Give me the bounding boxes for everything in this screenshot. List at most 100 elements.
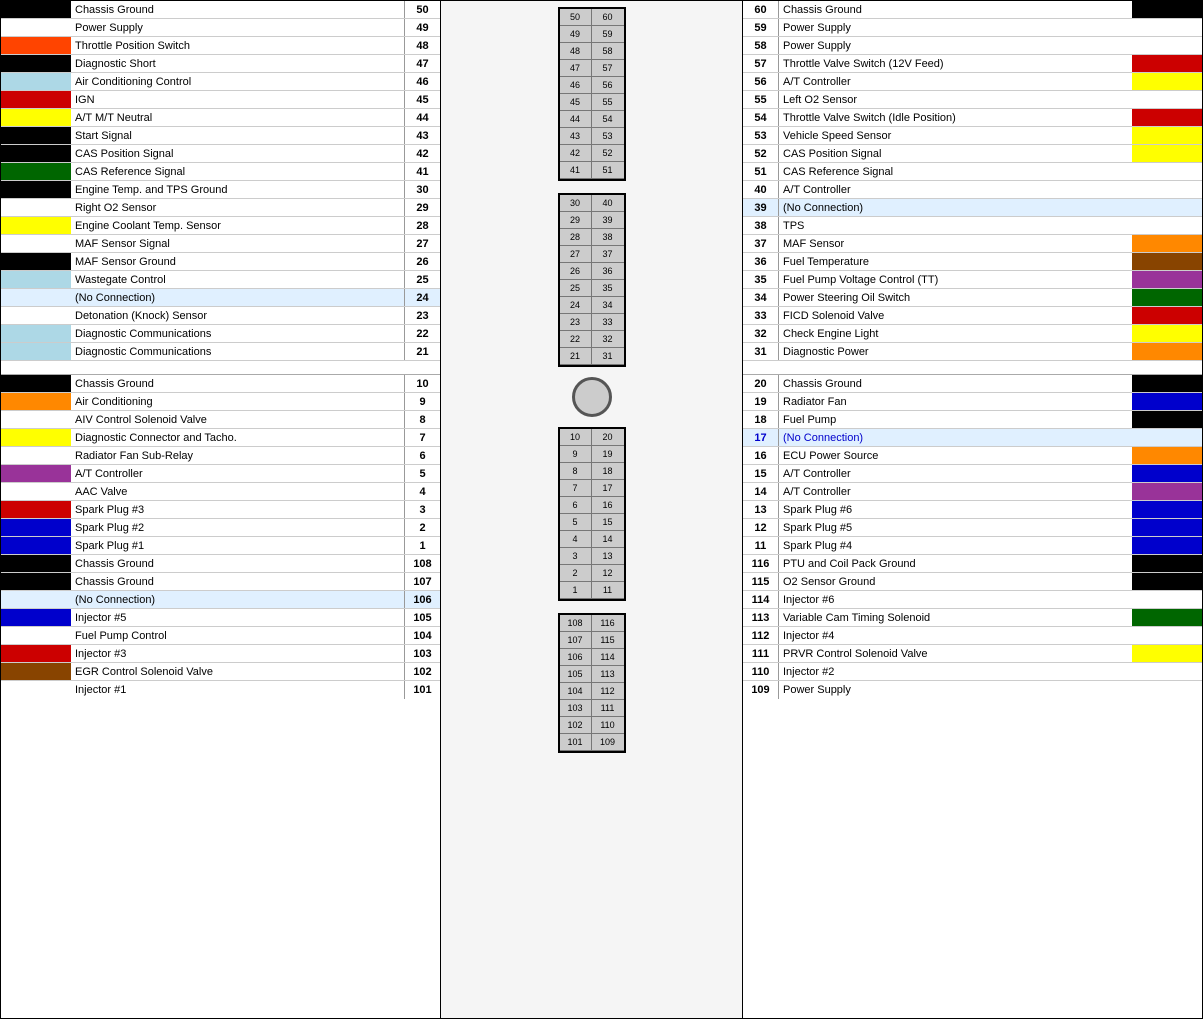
table-row: 40A/T Controller xyxy=(743,181,1202,199)
pin-cell: 12 xyxy=(592,565,624,581)
wire-color-swatch xyxy=(1,1,71,18)
pin-label: (No Connection) xyxy=(71,292,404,304)
pin-label: A/T Controller xyxy=(779,76,1132,88)
pin-pair: 107115 xyxy=(560,632,624,649)
table-row: 36Fuel Temperature xyxy=(743,253,1202,271)
wire-color-swatch xyxy=(1,289,71,306)
pin-cell: 52 xyxy=(592,145,624,161)
pin-cell: 58 xyxy=(592,43,624,59)
pin-label: (No Connection) xyxy=(71,594,404,606)
table-row: Spark Plug #11 xyxy=(1,537,440,555)
table-row: 110Injector #2 xyxy=(743,663,1202,681)
pin-label: Injector #5 xyxy=(71,612,404,624)
pin-cell: 114 xyxy=(592,649,624,665)
table-row: MAF Sensor Signal27 xyxy=(1,235,440,253)
pin-number: 7 xyxy=(404,429,440,446)
table-row: Engine Coolant Temp. Sensor28 xyxy=(1,217,440,235)
table-row: 38TPS xyxy=(743,217,1202,235)
pin-cell: 33 xyxy=(592,314,624,330)
table-row: 114Injector #6 xyxy=(743,591,1202,609)
wire-color-swatch xyxy=(1,91,71,108)
pin-number: 50 xyxy=(404,1,440,18)
pin-cell: 111 xyxy=(592,700,624,716)
wire-color-swatch xyxy=(1,271,71,288)
pin-cell: 24 xyxy=(560,297,592,313)
pin-number: 34 xyxy=(743,289,779,306)
wire-color-swatch xyxy=(1132,573,1202,590)
pin-cell: 27 xyxy=(560,246,592,262)
table-row: 59Power Supply xyxy=(743,19,1202,37)
pin-cell: 51 xyxy=(592,162,624,178)
pin-label: Injector #4 xyxy=(779,630,1132,642)
pin-pair: 2838 xyxy=(560,229,624,246)
pin-cell: 11 xyxy=(592,582,624,598)
table-row: Chassis Ground50 xyxy=(1,1,440,19)
connector-section: 3040293928382737263625352434233322322131 xyxy=(558,193,626,367)
table-row: 34Power Steering Oil Switch xyxy=(743,289,1202,307)
pin-cell: 31 xyxy=(592,348,624,364)
pin-number: 39 xyxy=(743,199,779,216)
pin-label: Throttle Valve Switch (Idle Position) xyxy=(779,112,1132,124)
table-row: Injector #3103 xyxy=(1,645,440,663)
pin-label: Vehicle Speed Sensor xyxy=(779,130,1132,142)
table-row: Spark Plug #33 xyxy=(1,501,440,519)
wire-color-swatch xyxy=(1132,555,1202,572)
pin-pair: 4151 xyxy=(560,162,624,179)
pin-number: 49 xyxy=(404,19,440,36)
wire-color-swatch xyxy=(1,501,71,518)
pin-label: CAS Position Signal xyxy=(71,148,404,160)
table-row: 20Chassis Ground xyxy=(743,375,1202,393)
pin-pair: 4555 xyxy=(560,94,624,111)
pin-cell: 102 xyxy=(560,717,592,733)
pin-cell: 28 xyxy=(560,229,592,245)
pin-number: 18 xyxy=(743,411,779,428)
wire-color-swatch xyxy=(1132,145,1202,162)
pin-number: 113 xyxy=(743,609,779,626)
wire-color-swatch xyxy=(1,447,71,464)
wire-color-swatch xyxy=(1132,483,1202,500)
pin-label: Power Supply xyxy=(779,22,1132,34)
pin-label: Chassis Ground xyxy=(779,378,1132,390)
table-row: AIV Control Solenoid Valve8 xyxy=(1,411,440,429)
wire-color-swatch xyxy=(1132,609,1202,626)
pin-label: CAS Reference Signal xyxy=(779,166,1132,178)
pin-pair: 1020 xyxy=(560,429,624,446)
pin-number: 108 xyxy=(404,555,440,572)
pin-pair: 818 xyxy=(560,463,624,480)
table-row: 58Power Supply xyxy=(743,37,1202,55)
wire-color-swatch xyxy=(1,663,71,680)
wire-color-swatch xyxy=(1132,537,1202,554)
wire-color-swatch xyxy=(1132,73,1202,90)
wire-color-swatch xyxy=(1,253,71,270)
table-row: 15A/T Controller xyxy=(743,465,1202,483)
pin-number: 20 xyxy=(743,375,779,392)
pin-number: 106 xyxy=(404,591,440,608)
pin-cell: 57 xyxy=(592,60,624,76)
pin-number: 19 xyxy=(743,393,779,410)
wire-color-swatch xyxy=(1,483,71,500)
pin-number: 12 xyxy=(743,519,779,536)
table-row: EGR Control Solenoid Valve102 xyxy=(1,663,440,681)
pin-label: (No Connection) xyxy=(779,202,1132,214)
wire-color-swatch xyxy=(1132,199,1202,216)
pin-pair: 104112 xyxy=(560,683,624,700)
pin-number: 23 xyxy=(404,307,440,324)
wire-color-swatch xyxy=(1,591,71,608)
wire-color-swatch xyxy=(1132,217,1202,234)
table-row: Diagnostic Communications21 xyxy=(1,343,440,361)
wire-color-swatch xyxy=(1,411,71,428)
pin-cell: 39 xyxy=(592,212,624,228)
wire-color-swatch xyxy=(1132,109,1202,126)
pin-label: Spark Plug #4 xyxy=(779,540,1132,552)
wire-color-swatch xyxy=(1,19,71,36)
table-row: Throttle Position Switch48 xyxy=(1,37,440,55)
wire-color-swatch xyxy=(1,325,71,342)
wire-color-swatch xyxy=(1132,127,1202,144)
pin-number: 59 xyxy=(743,19,779,36)
pin-label: Chassis Ground xyxy=(71,576,404,588)
pin-label: O2 Sensor Ground xyxy=(779,576,1132,588)
pin-number: 10 xyxy=(404,375,440,392)
pin-label: Diagnostic Short xyxy=(71,58,404,70)
pin-label: ECU Power Source xyxy=(779,450,1132,462)
pin-number: 16 xyxy=(743,447,779,464)
